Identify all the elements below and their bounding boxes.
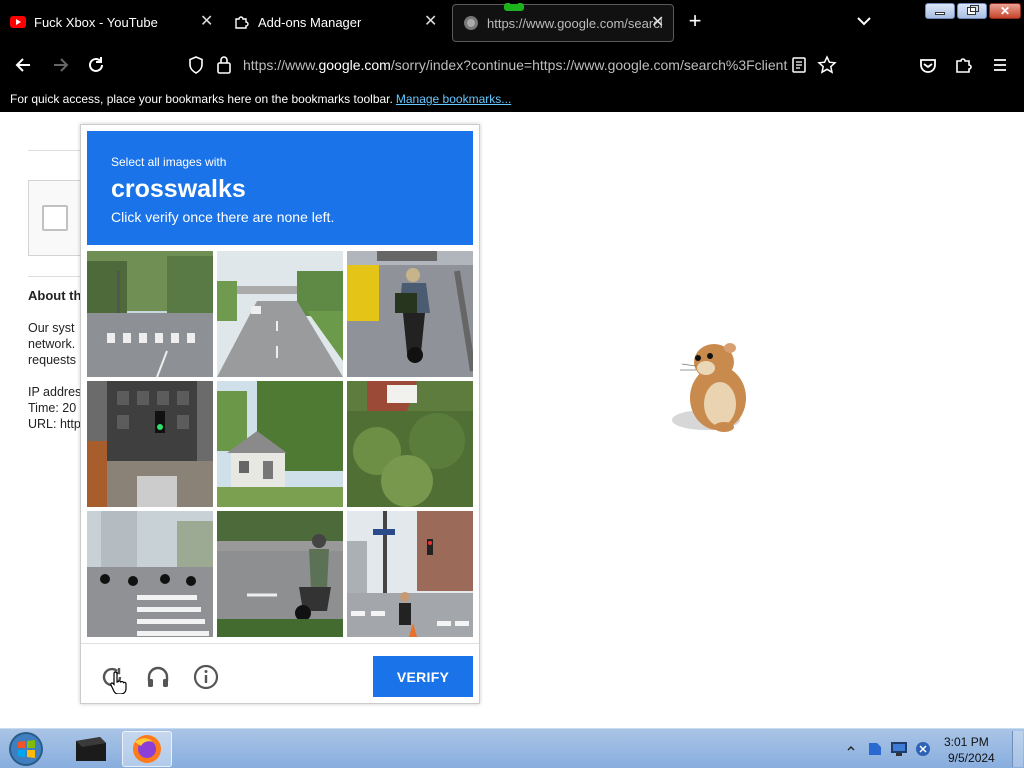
tab-bar: Fuck Xbox - YouTube ✕ Add-ons Manager ✕ … [0,0,1024,44]
headphones-icon[interactable] [145,664,171,690]
image-tile-scooter-road[interactable] [217,511,343,637]
firefox-taskbar-button[interactable] [122,731,172,767]
reload-icon[interactable] [83,52,109,78]
hand-cursor-icon [110,671,127,694]
back-arrow-icon[interactable] [11,52,37,78]
tab-title: Fuck Xbox - YouTube [34,14,158,30]
taskbar: 3:01 PM 9/5/2024 [0,728,1024,768]
tab-google-active[interactable]: https://www.google.com/search ✕ [452,1,674,42]
url-bar[interactable]: https://www.google.com/sorry/index?conti… [180,49,850,81]
url-path: /sorry/index?continue=https://www.google… [390,57,788,73]
url-prefix: https://www. [243,57,319,73]
tab-addons[interactable]: Add-ons Manager ✕ [224,0,450,44]
divider [28,150,88,151]
body-line: URL: http [28,417,81,431]
recaptcha-checkbox[interactable] [42,205,68,231]
navigation-toolbar: https://www.google.com/sorry/index?conti… [0,44,1024,86]
forward-arrow-icon[interactable] [47,52,73,78]
image-tile-motorcycle-rider[interactable] [347,251,473,377]
puzzle-icon [235,16,249,29]
tab-title: https://www.google.com/search [487,15,662,31]
body-line: network. [28,337,76,351]
firefox-icon [133,735,161,763]
challenge-header: Select all images with crosswalks Click … [87,131,473,245]
body-line: Time: 20 [28,401,77,415]
globe-icon [464,16,478,30]
bookmarks-hint: For quick access, place your bookmarks h… [10,92,393,106]
show-desktop-button[interactable] [1012,731,1023,767]
bookmarks-toolbar: For quick access, place your bookmarks h… [0,86,1024,112]
recaptcha-challenge: Select all images with crosswalks Click … [80,124,480,704]
url-domain: google.com [318,57,391,73]
restore-button[interactable] [957,3,987,19]
body-line: Our syst [28,321,75,335]
challenge-instruction: Select all images with [111,155,227,169]
start-button[interactable] [4,730,48,768]
pocket-icon[interactable] [915,52,941,78]
network-icon[interactable] [890,741,908,757]
lock-icon[interactable] [216,55,232,75]
tab-title: Add-ons Manager [258,14,362,30]
image-tile-bushes[interactable] [347,381,473,507]
close-tab-icon[interactable]: ✕ [651,12,664,32]
image-tile-highway[interactable] [217,251,343,377]
show-hidden-icons-icon[interactable] [846,743,856,753]
bookmark-star-icon[interactable] [817,55,837,75]
youtube-icon [10,14,26,30]
reader-view-icon[interactable] [791,56,807,74]
tab-youtube[interactable]: Fuck Xbox - YouTube ✕ [0,0,222,44]
body-line: requests [28,353,76,367]
image-tile-traffic-light[interactable] [87,381,213,507]
terminal-app-icon[interactable] [66,731,116,767]
challenge-footer: VERIFY [81,643,479,703]
system-tray: 3:01 PM 9/5/2024 [844,729,1024,769]
new-tab-button[interactable]: + [684,9,706,33]
url-text[interactable]: https://www.google.com/sorry/index?conti… [243,57,788,73]
menu-icon[interactable] [987,52,1013,78]
close-tab-icon[interactable]: ✕ [424,11,437,31]
extensions-icon[interactable] [951,52,977,78]
chevron-down-icon[interactable] [855,12,873,30]
clock-date[interactable]: 9/5/2024 [948,751,995,765]
hamster-image [672,343,746,432]
image-grid [87,251,473,637]
manage-bookmarks-link[interactable]: Manage bookmarks... [396,92,511,106]
minimize-button[interactable] [925,3,955,19]
image-tile-house[interactable] [217,381,343,507]
challenge-object: crosswalks [111,175,246,203]
image-tile-crosswalk-street[interactable] [87,251,213,377]
verify-button[interactable]: VERIFY [373,656,473,697]
green-glitch-icon [504,1,524,11]
info-icon[interactable] [193,664,219,690]
divider [28,276,88,277]
image-tile-crosswalk-scooters[interactable] [87,511,213,637]
recaptcha-widget [28,180,88,256]
body-line: IP addres [28,385,82,399]
about-heading: About th [28,288,82,303]
security-center-icon[interactable] [866,740,884,758]
image-tile-crosswalk-pedestrian[interactable] [347,511,473,637]
shield-icon[interactable] [187,55,205,75]
clock-time[interactable]: 3:01 PM [944,735,989,749]
volume-icon[interactable] [914,740,932,758]
close-tab-icon[interactable]: ✕ [200,11,213,31]
close-window-button[interactable]: ✕ [989,3,1021,19]
challenge-hint: Click verify once there are none left. [111,209,335,225]
